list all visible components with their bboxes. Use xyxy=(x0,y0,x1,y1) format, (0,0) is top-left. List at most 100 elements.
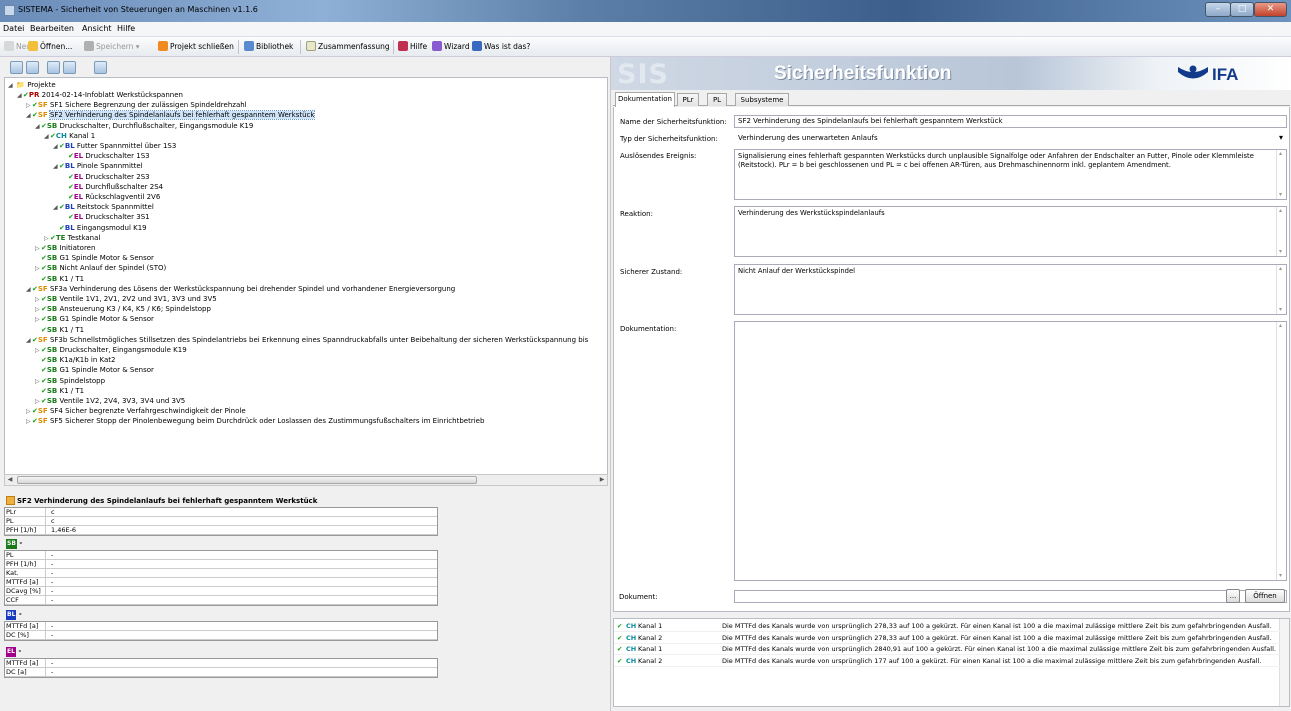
message-row[interactable]: ✔ CH Kanal 1 Die MTTFd des Kanals wurde von… xyxy=(614,621,1280,632)
tree-node[interactable]: ◢✔BL Reitstock Spannmittel xyxy=(53,203,154,212)
menu-datei[interactable]: Datei xyxy=(3,24,24,33)
kv-key: CCF xyxy=(6,596,46,605)
tree-node[interactable]: ◢✔BL Pinole Spannmittel xyxy=(53,162,143,171)
safe-state-textarea[interactable]: Nicht Anlauf der Werkstückspindel xyxy=(734,264,1287,315)
new-block-icon[interactable] xyxy=(63,61,76,74)
tree-node-label: G1 Spindle Motor & Sensor xyxy=(59,254,154,263)
scroll-right-icon[interactable]: ▶ xyxy=(597,475,607,485)
close-button[interactable]: ✕ xyxy=(1254,2,1287,17)
tree-node[interactable]: ✔SB G1 Spindle Motor & Sensor xyxy=(35,366,154,375)
type-select[interactable]: Verhinderung des unerwarteten Anlaufs xyxy=(734,132,1287,145)
name-field[interactable]: SF2 Verhinderung des Spindelanlaufs bei … xyxy=(734,115,1287,128)
reaction-scrollbar[interactable] xyxy=(1276,207,1286,256)
new-safety-function-icon[interactable] xyxy=(26,61,39,74)
tree-node[interactable]: ✔SB K1 / T1 xyxy=(35,326,84,335)
event-scrollbar[interactable] xyxy=(1276,150,1286,199)
tree-node[interactable]: ◢✔BL Futter Spannmittel über 1S3 xyxy=(53,142,176,151)
node-type-badge: SB xyxy=(46,295,58,303)
library-button[interactable]: Bibliothek xyxy=(244,41,293,54)
new-subsystem-icon[interactable] xyxy=(47,61,60,74)
save-button[interactable]: Speichern ▾ xyxy=(84,41,140,54)
wizard-button[interactable]: Wizard xyxy=(432,41,470,54)
tree-node[interactable]: ✔EL Druckschalter 2S3 xyxy=(62,173,150,182)
kv-key: Kat. xyxy=(6,569,46,578)
menu-hilfe[interactable]: Hilfe xyxy=(117,24,135,33)
tree-node-label: SF1 Sichere Begrenzung der zulässigen Sp… xyxy=(49,101,247,110)
menu-ansicht[interactable]: Ansicht xyxy=(82,24,112,33)
help-button[interactable]: Hilfe xyxy=(398,41,427,54)
close-project-button[interactable]: Projekt schließen xyxy=(158,41,234,54)
event-textarea[interactable]: Signalisierung eines fehlerhaft gespannt… xyxy=(734,149,1287,200)
tab-subsysteme[interactable]: Subsysteme xyxy=(735,93,789,106)
bl-badge: BL xyxy=(6,610,17,620)
tree-node[interactable]: ✔EL Druckschalter 1S3 xyxy=(62,152,150,161)
documentation-textarea[interactable] xyxy=(734,321,1287,581)
node-type-badge: SB xyxy=(46,397,58,405)
message-row[interactable]: ✔ CH Kanal 2 Die MTTFd des Kanals wurde von… xyxy=(614,656,1280,667)
tree-node[interactable]: ▷✔TE Testkanal xyxy=(44,234,100,243)
safe-state-scrollbar[interactable] xyxy=(1276,265,1286,314)
new-button[interactable]: Neu xyxy=(4,41,31,54)
tree-node[interactable]: ▷✔SB Initiatoren xyxy=(35,244,95,253)
save-icon xyxy=(84,41,94,51)
browse-button[interactable]: ... xyxy=(1226,589,1240,603)
tree-node[interactable]: ▷✔SB G1 Spindle Motor & Sensor xyxy=(35,315,154,324)
message-scrollbar[interactable] xyxy=(1279,619,1289,706)
tree-node[interactable]: ◢✔CH Kanal 1 xyxy=(44,132,95,141)
open-button[interactable]: Öffnen... xyxy=(28,41,72,54)
scroll-thumb[interactable] xyxy=(17,476,477,484)
scroll-left-icon[interactable]: ◀ xyxy=(5,475,15,485)
tree-node[interactable]: ◢✔SF SF2 Verhinderung des Spindelanlaufs… xyxy=(26,110,316,121)
sb-badge: SB xyxy=(6,539,17,549)
tree-node[interactable]: ✔SB K1 / T1 xyxy=(35,387,84,396)
tree-node[interactable]: ▷✔SF SF1 Sichere Begrenzung der zulässig… xyxy=(26,101,247,110)
document-field[interactable] xyxy=(734,590,1287,603)
documentation-scrollbar[interactable] xyxy=(1276,322,1286,580)
kv-key: DC [%] xyxy=(6,631,46,640)
tree-node[interactable]: ▷✔SF SF4 Sicher begrenzte Verfahrgeschwi… xyxy=(26,407,246,416)
menu-bearbeiten[interactable]: Bearbeiten xyxy=(30,24,74,33)
tree-node[interactable]: ✔SB G1 Spindle Motor & Sensor xyxy=(35,254,154,263)
tree-node[interactable]: ◢✔SF SF3a Verhinderung des Lösens der We… xyxy=(26,285,455,294)
message-list[interactable]: ✔ CH Kanal 1 Die MTTFd des Kanals wurde von… xyxy=(613,618,1290,707)
tree-node[interactable]: ◢✔PR 2014-02-14-Infoblatt Werkstückspann… xyxy=(17,91,183,100)
tree-node[interactable]: ◢✔SF SF3b Schnellstmögliches Stillsetzen… xyxy=(26,336,588,345)
tab-pl[interactable]: PL xyxy=(707,93,727,106)
summary-button[interactable]: Zusammenfassung xyxy=(306,41,390,54)
tree-node[interactable]: ▷✔SF SF5 Sicherer Stopp der Pinolenbeweg… xyxy=(26,417,484,426)
new-element-icon[interactable] xyxy=(94,61,107,74)
tree-node[interactable]: ✔SB K1 / T1 xyxy=(35,275,84,284)
whats-this-button[interactable]: Was ist das? xyxy=(472,41,530,54)
tab-dokumentation[interactable]: Dokumentation xyxy=(615,92,675,107)
tree-node[interactable]: ▷✔SB Druckschalter, Eingangsmodule K19 xyxy=(35,346,187,355)
tree-horizontal-scrollbar[interactable]: ◀ ▶ xyxy=(4,474,608,486)
node-type-badge: SF xyxy=(37,407,48,416)
tree-node[interactable]: ▷✔SB Ventile 1V1, 2V1, 2V2 und 3V1, 3V3 … xyxy=(35,295,217,304)
message-text: Die MTTFd des Kanals wurde von ursprüngl… xyxy=(722,633,1272,642)
open-document-button[interactable]: Öffnen xyxy=(1245,589,1285,603)
tree-node[interactable]: ◢✔SB Druckschalter, Durchflußschalter, E… xyxy=(35,122,253,131)
tree-node[interactable]: ✔BL Eingangsmodul K19 xyxy=(53,224,147,233)
tree-root[interactable]: ◢ 📁 Projekte xyxy=(8,81,56,90)
tree-node[interactable]: ▷✔SB Nicht Anlauf der Spindel (STO) xyxy=(35,264,166,273)
tree-node[interactable]: ✔SB K1a/K1b in Kat2 xyxy=(35,356,115,365)
tree-node-label: Spindelstopp xyxy=(59,376,106,385)
minimize-button[interactable]: – xyxy=(1205,2,1231,17)
tree-node[interactable]: ▷✔SB Spindelstopp xyxy=(35,377,105,386)
message-row[interactable]: ✔ CH Kanal 2 Die MTTFd des Kanals wurde von… xyxy=(614,633,1280,644)
tree-node[interactable]: ✔EL Druckschalter 3S1 xyxy=(62,213,150,222)
expand-icon[interactable]: ◢ xyxy=(8,81,14,90)
kv-row: MTTFd [a] - xyxy=(5,578,437,587)
reaction-textarea[interactable]: Verhinderung des Werkstückspindelanlaufs xyxy=(734,206,1287,257)
toolbar-separator xyxy=(238,40,239,54)
tree-node[interactable]: ✔EL Rückschlagventil 2V6 xyxy=(62,193,160,202)
tab-plr[interactable]: PLr xyxy=(677,93,699,106)
kv-key: PLr xyxy=(6,508,46,517)
tree-node[interactable]: ✔EL Durchflußschalter 2S4 xyxy=(62,183,163,192)
new-project-icon[interactable] xyxy=(10,61,23,74)
project-tree[interactable]: ◢ 📁 Projekte ◢✔PR 2014-02-14-Infoblatt W… xyxy=(4,77,608,485)
tree-node[interactable]: ▷✔SB Ventile 1V2, 2V4, 3V3, 3V4 und 3V5 xyxy=(35,397,185,406)
message-row[interactable]: ✔ CH Kanal 1 Die MTTFd des Kanals wurde von… xyxy=(614,644,1280,655)
tree-node[interactable]: ▷✔SB Ansteuerung K3 / K4, K5 / K6; Spind… xyxy=(35,305,211,314)
maximize-button[interactable]: □ xyxy=(1230,2,1254,17)
